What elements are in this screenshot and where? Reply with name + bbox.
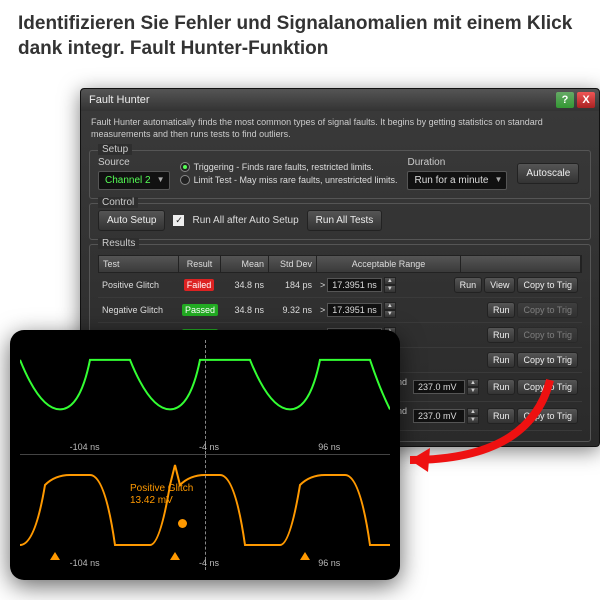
col-result: Result (179, 256, 221, 272)
help-button[interactable]: ? (556, 92, 574, 108)
window-description: Fault Hunter automatically finds the mos… (81, 111, 599, 146)
run-button[interactable]: Run (487, 302, 516, 318)
close-button[interactable]: X (577, 92, 595, 108)
headline: Identifizieren Sie Fehler und Signalanom… (0, 0, 600, 65)
marker-value: 13.42 mV (130, 495, 193, 507)
glitch-marker: Positive Glitch 13.42 mV (130, 483, 193, 507)
col-std: Std Dev (269, 256, 317, 272)
run-button[interactable]: Run (487, 352, 516, 368)
table-row: Negative Glitch Passed 34.8 ns 9.32 ns >… (98, 298, 582, 323)
marker-name: Positive Glitch (130, 483, 193, 495)
results-title: Results (98, 238, 139, 249)
range-spinner[interactable]: ▲▼ (467, 408, 479, 424)
cell-mean: 34.8 ns (220, 303, 268, 317)
copy-to-trig-button[interactable]: Copy to Trig (517, 327, 578, 343)
table-row: Positive Glitch Failed 34.8 ns 184 ps >1… (98, 273, 582, 298)
duration-label: Duration (407, 157, 507, 168)
cell-result: Failed (178, 278, 220, 292)
axis-x2b: -4 ns (199, 558, 219, 568)
cell-range: >17.3951 ns▲▼ (316, 300, 483, 320)
range-input[interactable]: 237.0 mV (413, 409, 465, 423)
results-header: Test Result Mean Std Dev Acceptable Rang… (98, 255, 582, 273)
run-button[interactable]: Run (487, 379, 516, 395)
run-button[interactable]: Run (487, 408, 516, 424)
source-select[interactable]: Channel 2 (98, 171, 170, 190)
range-input[interactable]: 237.0 mV (413, 380, 465, 394)
cell-range: >17.3951 ns▲▼ (316, 275, 450, 295)
scope-top-channel: -104 ns -4 ns 96 ns (20, 340, 390, 455)
oscilloscope-overlay: -104 ns -4 ns 96 ns Positive Glitch 13.4… (10, 330, 400, 580)
run-all-checkbox[interactable]: ✓ (173, 215, 184, 226)
setup-title: Setup (98, 144, 132, 155)
limit-test-label: Limit Test - May miss rare faults, unres… (194, 175, 398, 185)
axis-x1: -104 ns (70, 442, 100, 452)
copy-to-trig-button[interactable]: Copy to Trig (517, 379, 578, 395)
run-button[interactable]: Run (454, 277, 483, 293)
run-button[interactable]: Run (487, 327, 516, 343)
cell-test: Positive Glitch (98, 278, 178, 292)
cell-result: Passed (178, 303, 220, 317)
copy-to-trig-button[interactable]: Copy to Trig (517, 352, 578, 368)
axis-x3: 96 ns (318, 442, 340, 452)
setup-panel: Setup Source Channel 2 Triggering - Find… (89, 150, 591, 199)
col-test: Test (99, 256, 179, 272)
scope-bottom-channel: Positive Glitch 13.42 mV -104 ns -4 ns 9… (20, 455, 390, 570)
axis-x3b: 96 ns (318, 558, 340, 568)
range-spinner[interactable]: ▲▼ (384, 302, 396, 318)
titlebar: Fault Hunter ? X (81, 89, 599, 111)
window-title: Fault Hunter (89, 94, 150, 106)
view-button[interactable]: View (484, 277, 515, 293)
range-input[interactable]: 17.3951 ns (327, 303, 382, 317)
control-title: Control (98, 197, 138, 208)
source-label: Source (98, 157, 170, 168)
axis-x1b: -104 ns (70, 558, 100, 568)
col-mean: Mean (221, 256, 269, 272)
run-all-checkbox-label: Run All after Auto Setup (192, 215, 298, 226)
cell-std: 9.32 ns (268, 303, 316, 317)
limit-test-radio[interactable] (180, 175, 190, 185)
axis-x2: -4 ns (199, 442, 219, 452)
triggering-label: Triggering - Finds rare faults, restrict… (194, 162, 374, 172)
glitch-dot-icon (178, 519, 187, 528)
run-all-tests-button[interactable]: Run All Tests (307, 210, 383, 231)
cell-std: 184 ps (268, 278, 316, 292)
control-panel: Control Auto Setup ✓ Run All after Auto … (89, 203, 591, 240)
cell-test: Negative Glitch (98, 303, 178, 317)
copy-to-trig-button[interactable]: Copy to Trig (517, 408, 578, 424)
cell-mean: 34.8 ns (220, 278, 268, 292)
copy-to-trig-button[interactable]: Copy to Trig (517, 302, 578, 318)
range-spinner[interactable]: ▲▼ (467, 379, 479, 395)
triggering-radio[interactable] (180, 162, 190, 172)
range-spinner[interactable]: ▲▼ (384, 277, 396, 293)
auto-setup-button[interactable]: Auto Setup (98, 210, 165, 231)
col-range: Acceptable Range (317, 256, 461, 272)
range-input[interactable]: 17.3951 ns (327, 278, 382, 292)
autoscale-button[interactable]: Autoscale (517, 163, 579, 184)
copy-to-trig-button[interactable]: Copy to Trig (517, 277, 578, 293)
duration-select[interactable]: Run for a minute (407, 171, 507, 190)
